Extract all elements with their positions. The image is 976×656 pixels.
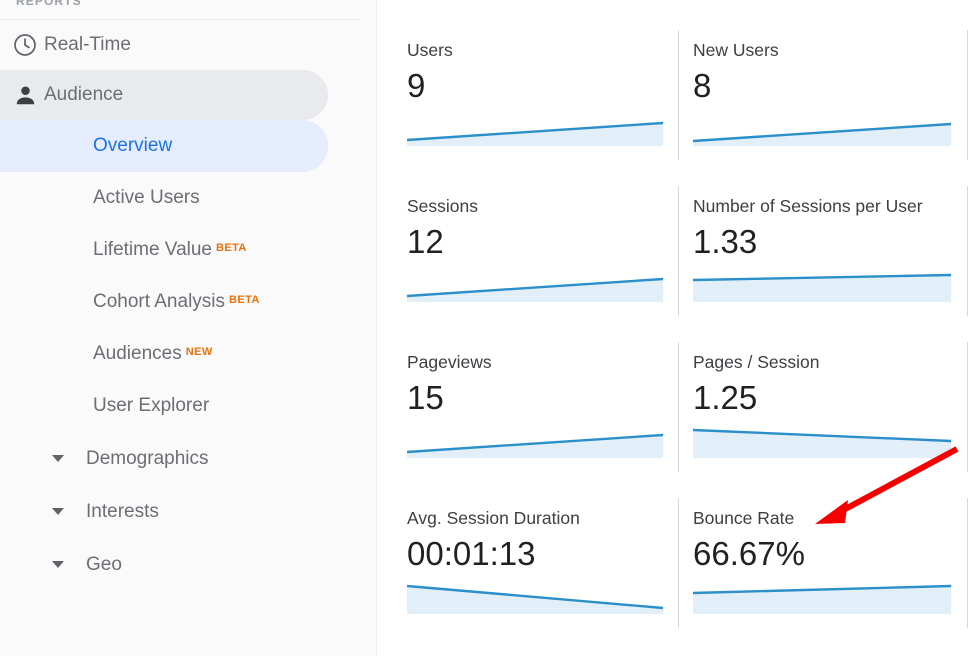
metric-card-pages-per-session[interactable]: Pages / Session 1.25	[693, 352, 963, 458]
column-divider	[678, 498, 679, 628]
sidebar-item-geo[interactable]: Geo	[0, 538, 328, 591]
sidebar-item-label: Overview	[93, 135, 173, 156]
metric-value: 00:01:13	[407, 535, 536, 572]
chevron-down-icon[interactable]	[52, 508, 64, 515]
sparkline-chart	[407, 121, 663, 146]
metric-card-new-users[interactable]: New Users 8	[693, 40, 963, 146]
sidebar-item-lifetime-value[interactable]: Lifetime Value BETA	[0, 224, 328, 276]
metric-value: 1.33	[693, 223, 758, 260]
metric-card-pageviews[interactable]: Pageviews 15	[407, 352, 667, 458]
sidebar-item-label: Geo	[86, 553, 122, 575]
main-content: Users 9 New Users 8 Sessions 12 Number o…	[377, 0, 976, 656]
metric-value: 66.67%	[693, 535, 805, 572]
metric-label: Sessions	[407, 196, 479, 216]
column-divider	[678, 186, 679, 316]
new-badge: NEW	[185, 346, 213, 358]
column-divider	[967, 30, 968, 160]
chevron-down-icon[interactable]	[52, 455, 64, 462]
metric-label: Users	[407, 40, 453, 60]
sparkline-chart	[407, 433, 663, 458]
sidebar-item-label: Active Users	[93, 187, 200, 208]
sidebar-item-label: Real-Time	[44, 34, 131, 55]
metric-value: 8	[693, 67, 712, 104]
metric-label: New Users	[693, 40, 779, 60]
sparkline-chart	[693, 584, 951, 614]
sidebar-item-cohort-analysis[interactable]: Cohort Analysis BETA	[0, 276, 328, 328]
clock-icon	[6, 30, 44, 60]
beta-badge: BETA	[216, 242, 247, 254]
sidebar-item-label: Audiences	[93, 343, 182, 364]
sparkline-chart	[407, 277, 663, 302]
metric-value: 15	[407, 379, 444, 416]
sidebar-item-label: Audience	[44, 84, 124, 105]
sidebar-item-user-explorer[interactable]: User Explorer	[0, 380, 328, 432]
sidebar-item-demographics[interactable]: Demographics	[0, 432, 328, 485]
metric-label: Pageviews	[407, 352, 492, 372]
sparkline-chart	[693, 273, 951, 302]
analytics-app-window: REPORTS Real-Time Audience Overview Acti…	[0, 0, 976, 656]
sidebar-item-label: User Explorer	[93, 395, 210, 416]
person-icon	[6, 80, 44, 110]
sidebar-item-overview[interactable]: Overview	[0, 120, 328, 172]
sparkline-chart	[407, 584, 663, 614]
sidebar-item-label: Cohort Analysis	[93, 291, 226, 312]
column-divider	[967, 498, 968, 628]
metric-label: Bounce Rate	[693, 508, 795, 528]
metric-card-users[interactable]: Users 9	[407, 40, 667, 146]
sparkline-chart	[693, 122, 951, 146]
metric-value: 12	[407, 223, 444, 260]
left-sidebar: REPORTS Real-Time Audience Overview Acti…	[0, 0, 377, 656]
metric-card-sessions-per-user[interactable]: Number of Sessions per User 1.33	[693, 196, 963, 302]
metric-card-sessions[interactable]: Sessions 12	[407, 196, 667, 302]
sidebar-item-active-users[interactable]: Active Users	[0, 172, 328, 224]
column-divider	[678, 342, 679, 472]
sparkline-chart	[693, 428, 951, 458]
metric-label: Number of Sessions per User	[693, 196, 923, 216]
chevron-down-icon[interactable]	[52, 561, 64, 568]
metric-value: 9	[407, 67, 426, 104]
metric-label: Pages / Session	[693, 352, 820, 372]
beta-badge: BETA	[229, 294, 260, 306]
metric-value: 1.25	[693, 379, 758, 416]
column-divider	[967, 186, 968, 316]
column-divider	[967, 342, 968, 472]
sidebar-item-real-time[interactable]: Real-Time	[0, 20, 328, 70]
metrics-grid: Users 9 New Users 8 Sessions 12 Number o…	[377, 0, 976, 656]
sidebar-item-interests[interactable]: Interests	[0, 485, 328, 538]
metric-label: Avg. Session Duration	[407, 508, 580, 528]
sidebar-section-label: REPORTS	[16, 0, 82, 8]
sidebar-item-label: Lifetime Value	[93, 239, 212, 260]
sidebar-section-reports: REPORTS	[0, 0, 376, 20]
sidebar-item-label: Demographics	[86, 447, 209, 469]
metric-card-bounce-rate[interactable]: Bounce Rate 66.67%	[693, 508, 963, 614]
sidebar-scroll-container: REPORTS Real-Time Audience Overview Acti…	[0, 0, 376, 591]
column-divider	[678, 30, 679, 160]
sidebar-item-audiences[interactable]: Audiences NEW	[0, 328, 328, 380]
sidebar-item-label: Interests	[86, 500, 159, 522]
sidebar-item-audience[interactable]: Audience	[0, 70, 328, 120]
metric-card-avg-session-duration[interactable]: Avg. Session Duration 00:01:13	[407, 508, 667, 614]
